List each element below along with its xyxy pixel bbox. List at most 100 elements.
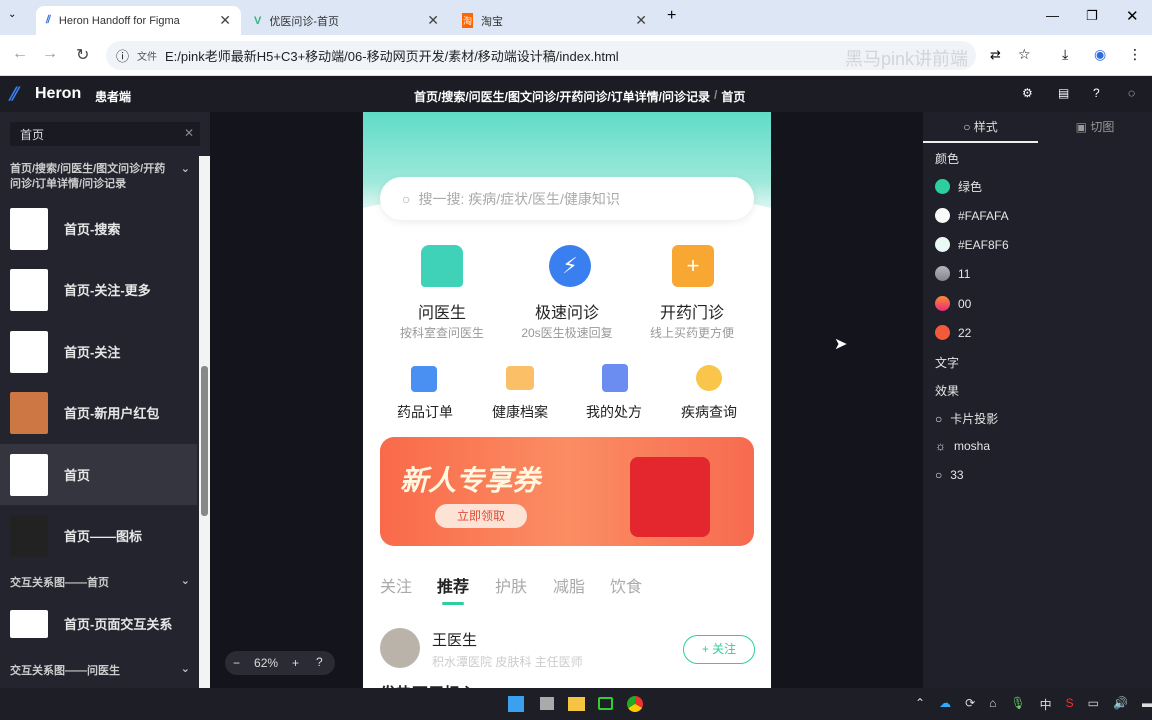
microphone-icon[interactable]: 🎙: [1010, 696, 1025, 713]
health-record-icon[interactable]: [506, 366, 534, 390]
sidebar-item-search[interactable]: 首页-搜索: [0, 198, 197, 259]
tab-style[interactable]: ○ 样式: [923, 112, 1038, 143]
translate-icon[interactable]: ⇄: [990, 47, 1001, 63]
volume-icon[interactable]: 🔊: [1113, 696, 1128, 713]
feed-tab-skincare[interactable]: 护肤: [495, 573, 527, 597]
network-icon[interactable]: ⌂: [989, 696, 996, 713]
chrome-icon[interactable]: [627, 696, 643, 712]
service-title[interactable]: 问医生: [382, 299, 502, 323]
browser-tab-bar: ⌄ ⫽ Heron Handoff for Figma ✕ V 优医问诊-首页 ✕ 淘淘…: [0, 0, 1152, 35]
color-item[interactable]: 22: [935, 325, 971, 340]
drug-order-icon[interactable]: [411, 366, 437, 392]
windows-start-icon[interactable]: [508, 696, 524, 712]
effect-item[interactable]: ☼ mosha: [935, 439, 990, 453]
tab-youyi[interactable]: V 优医问诊-首页 ✕: [244, 6, 449, 35]
claim-button[interactable]: 立即领取: [435, 504, 527, 528]
battery-icon[interactable]: ▬: [1142, 696, 1152, 713]
search-box[interactable]: ○ 搜一搜: 疾病/症状/医生/健康知识: [380, 177, 754, 220]
tab-list-button[interactable]: ⌄: [8, 9, 16, 20]
menu-icon[interactable]: ⋮: [1128, 46, 1142, 63]
minimize-button[interactable]: —: [1046, 8, 1059, 23]
tab-taobao[interactable]: 淘淘宝 ✕: [452, 6, 657, 35]
service-title[interactable]: 开药门诊: [632, 299, 752, 323]
feed-tab-diet[interactable]: 饮食: [610, 573, 642, 597]
effect-item[interactable]: ○ 33: [935, 468, 964, 482]
scrollbar-thumb[interactable]: [201, 366, 208, 516]
sidebar-item-follow-more[interactable]: 首页-关注-更多: [0, 259, 197, 320]
show-hidden-icons[interactable]: ⌃: [915, 696, 925, 713]
page-thumbnail: [10, 391, 48, 434]
display-icon[interactable]: ▭: [1088, 696, 1099, 713]
sidebar-group-interaction-doctor[interactable]: 交互关系图——问医生 ⌄: [10, 662, 190, 678]
page-thumbnail: [10, 453, 48, 496]
tab-slices[interactable]: ▣ 切图: [1038, 112, 1152, 143]
sogou-icon[interactable]: S: [1066, 696, 1074, 713]
clear-search-icon[interactable]: ✕: [184, 126, 194, 140]
new-tab-button[interactable]: +: [667, 7, 676, 25]
sidebar-search-input[interactable]: 首页 ✕: [10, 122, 200, 146]
medicine-box-icon[interactable]: +: [672, 245, 714, 287]
color-item[interactable]: 11: [935, 266, 970, 281]
follow-button[interactable]: + 关注: [683, 635, 755, 664]
zoom-out-button[interactable]: −: [233, 656, 240, 670]
close-tab-icon[interactable]: ✕: [427, 12, 439, 29]
new-user-coupon-banner[interactable]: 新人专享券 立即领取: [380, 437, 754, 546]
sidebar-group-home[interactable]: 首页/搜索/问医生/图文问诊/开药问诊/订单详情/问诊记录 ⌄: [10, 162, 190, 192]
doctor-avatar[interactable]: [380, 628, 420, 668]
effect-item[interactable]: ○ 卡片投影: [935, 410, 998, 427]
sync-icon[interactable]: ⟳: [965, 696, 975, 713]
tab-heron[interactable]: ⫽ Heron Handoff for Figma ✕: [36, 6, 241, 35]
download-icon[interactable]: ⤓: [1062, 46, 1068, 63]
breadcrumb-group[interactable]: 首页/搜索/问医生/图文问诊/开药问诊/订单详情/问诊记录: [414, 88, 710, 105]
onedrive-icon[interactable]: ☁: [939, 696, 951, 713]
profile-icon[interactable]: ◉: [1094, 46, 1106, 63]
feed-tab-fatloss[interactable]: 减脂: [553, 573, 585, 597]
help-icon[interactable]: ?: [1093, 86, 1100, 100]
feed-tab-follow[interactable]: 关注: [380, 573, 412, 597]
doctor-icon[interactable]: [421, 245, 463, 287]
color-item[interactable]: #FAFAFA: [935, 208, 1009, 223]
page-thumbnail: [10, 207, 48, 250]
post-title[interactable]: 发热不用担心: [380, 680, 476, 688]
color-item[interactable]: 绿色: [935, 178, 982, 195]
file-explorer-icon[interactable]: [568, 697, 585, 711]
quick-label[interactable]: 疾病查询: [649, 402, 769, 422]
terminal-app-icon[interactable]: [598, 697, 613, 710]
blur-icon: ☼: [935, 439, 946, 453]
sidebar-item-icons[interactable]: 首页——图标: [0, 505, 197, 566]
fast-consult-icon[interactable]: ⚡: [549, 245, 591, 287]
service-sub: 线上买药更方便: [649, 326, 734, 340]
task-view-icon[interactable]: [540, 697, 554, 710]
disease-query-icon[interactable]: [696, 365, 722, 391]
sidebar-item-interaction[interactable]: 首页-页面交互关系: [0, 593, 197, 654]
prescription-icon[interactable]: [602, 364, 628, 392]
zoom-help-icon[interactable]: ?: [316, 655, 323, 669]
document-icon[interactable]: ▤: [1058, 86, 1069, 100]
comment-icon[interactable]: ◌: [1128, 86, 1135, 100]
ime-indicator[interactable]: 中: [1040, 696, 1052, 713]
group-label: 首页/搜索/问医生/图文问诊/开药问诊/订单详情/问诊记录: [10, 163, 166, 190]
feed-tab-recommend[interactable]: 推荐: [437, 573, 469, 597]
sidebar-item-redpacket[interactable]: 首页-新用户红包: [0, 382, 197, 443]
restore-button[interactable]: ❐: [1086, 8, 1098, 24]
service-title[interactable]: 极速问诊: [507, 299, 627, 323]
forward-button[interactable]: →: [42, 45, 58, 63]
close-tab-icon[interactable]: ✕: [635, 12, 647, 29]
close-tab-icon[interactable]: ✕: [219, 12, 231, 29]
settings-icon[interactable]: ⚙: [1022, 86, 1033, 100]
bookmark-star-icon[interactable]: ☆: [1018, 46, 1031, 63]
sidebar-item-follow[interactable]: 首页-关注: [0, 321, 197, 382]
sidebar-scrollbar[interactable]: [199, 156, 210, 688]
sidebar-group-interaction-home[interactable]: 交互关系图——首页 ⌄: [10, 574, 190, 590]
close-window-button[interactable]: ✕: [1126, 7, 1139, 25]
color-item[interactable]: 00: [935, 296, 971, 311]
section-effects-title: 效果: [935, 384, 960, 398]
address-bar: ← → ↻ ⓘ 文件 E:/pink老师最新H5+C3+移动端/06-移动网页开发/…: [0, 35, 1152, 76]
back-button[interactable]: ←: [12, 45, 28, 63]
heron-header: ⫽ Heron 患者端 首页/搜索/问医生/图文问诊/开药问诊/订单详情/问诊记…: [0, 76, 1152, 112]
color-item[interactable]: #EAF8F6: [935, 237, 1009, 252]
reload-button[interactable]: ↻: [76, 45, 89, 65]
tab-label: Heron Handoff for Figma: [58, 14, 180, 27]
zoom-in-button[interactable]: +: [292, 656, 299, 670]
sidebar-item-home[interactable]: 首页: [0, 444, 197, 505]
